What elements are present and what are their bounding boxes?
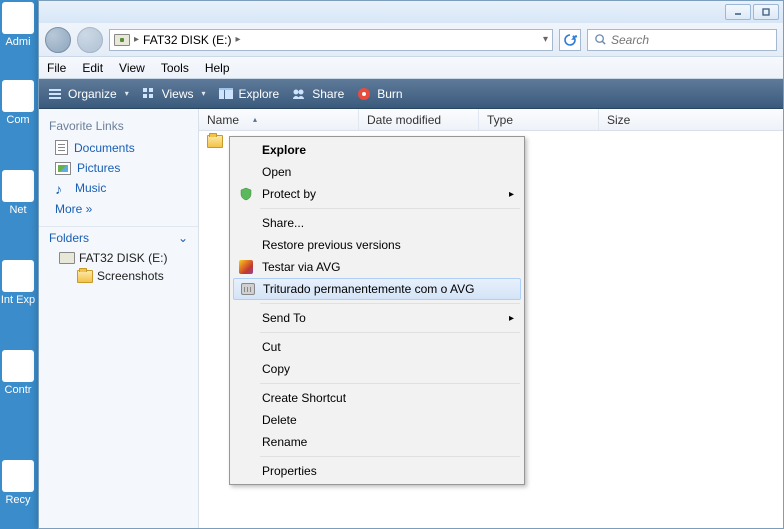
pictures-icon (55, 162, 71, 175)
chevron-down-icon: ⌄ (178, 231, 188, 245)
sidebar-link-documents[interactable]: Documents (39, 137, 198, 158)
cm-restore[interactable]: Restore previous versions (232, 234, 522, 256)
cm-delete[interactable]: Delete (232, 409, 522, 431)
breadcrumb-segment[interactable]: FAT32 DISK (E:) (143, 33, 231, 47)
desktop-icon[interactable]: Recy (0, 460, 36, 506)
sidebar-link-music[interactable]: Music (39, 178, 198, 198)
share-button[interactable]: Share (291, 86, 344, 102)
cm-separator (260, 303, 520, 304)
cm-send-to[interactable]: Send To (232, 307, 522, 329)
drive-icon (59, 252, 75, 264)
burn-icon (356, 86, 372, 102)
cm-separator (260, 383, 520, 384)
tree-item-screenshots[interactable]: Screenshots (39, 267, 198, 285)
search-icon (594, 33, 607, 46)
avg-icon (238, 259, 254, 275)
cm-separator (260, 332, 520, 333)
sidebar-more[interactable]: More (39, 198, 198, 220)
menu-help[interactable]: Help (205, 61, 230, 75)
share-icon (291, 86, 307, 102)
column-headers: Name Date modified Type Size (199, 109, 783, 131)
cm-testar-avg[interactable]: Testar via AVG (232, 256, 522, 278)
cm-triturado-avg[interactable]: Triturado permanentemente com o AVG (233, 278, 521, 300)
cm-create-shortcut[interactable]: Create Shortcut (232, 387, 522, 409)
column-date[interactable]: Date modified (359, 109, 479, 130)
maximize-button[interactable] (753, 4, 779, 20)
cm-separator (260, 208, 520, 209)
chevron-right-icon: ▸ (236, 34, 241, 45)
desktop-icon[interactable]: Contr (0, 350, 36, 396)
titlebar (39, 1, 783, 23)
menubar: File Edit View Tools Help (39, 57, 783, 79)
sidebar: Favorite Links Documents Pictures Music … (39, 109, 199, 528)
toolbar: Organize Views Explore Share Burn (39, 79, 783, 109)
cm-protect-by[interactable]: Protect by (232, 183, 522, 205)
desktop-icon[interactable]: Net (0, 170, 36, 216)
cm-share[interactable]: Share... (232, 212, 522, 234)
context-menu: Explore Open Protect by Share... Restore… (229, 136, 525, 485)
search-input[interactable] (611, 33, 770, 47)
organize-button[interactable]: Organize (47, 86, 129, 102)
organize-icon (47, 86, 63, 102)
tree-item-drive[interactable]: FAT32 DISK (E:) (39, 249, 198, 267)
navbar: ▸ FAT32 DISK (E:) ▸ ▾ (39, 23, 783, 57)
cm-explore[interactable]: Explore (232, 139, 522, 161)
desktop-icon[interactable]: Com (0, 80, 36, 126)
menu-tools[interactable]: Tools (161, 61, 189, 75)
cm-separator (260, 456, 520, 457)
refresh-button[interactable] (559, 29, 581, 51)
favorite-links-header: Favorite Links (39, 115, 198, 137)
cm-open[interactable]: Open (232, 161, 522, 183)
burn-button[interactable]: Burn (356, 86, 402, 102)
back-button[interactable] (45, 27, 71, 53)
forward-button[interactable] (77, 27, 103, 53)
views-button[interactable]: Views (141, 86, 206, 102)
sidebar-link-pictures[interactable]: Pictures (39, 158, 198, 178)
column-size[interactable]: Size (599, 109, 783, 130)
desktop-icon[interactable]: Int Exp (0, 260, 36, 306)
search-box[interactable] (587, 29, 777, 51)
cm-rename[interactable]: Rename (232, 431, 522, 453)
music-icon (55, 181, 69, 195)
column-type[interactable]: Type (479, 109, 599, 130)
menu-view[interactable]: View (119, 61, 145, 75)
folders-header[interactable]: Folders ⌄ (39, 226, 198, 249)
desktop-icon[interactable]: Admi (0, 2, 36, 48)
document-icon (55, 140, 68, 155)
address-dropdown-icon[interactable]: ▾ (543, 34, 548, 45)
folder-icon (207, 135, 223, 148)
explore-button[interactable]: Explore (218, 86, 280, 102)
cm-copy[interactable]: Copy (232, 358, 522, 380)
menu-edit[interactable]: Edit (82, 61, 103, 75)
minimize-button[interactable] (725, 4, 751, 20)
column-name[interactable]: Name (199, 109, 359, 130)
shield-icon (238, 186, 254, 202)
cm-properties[interactable]: Properties (232, 460, 522, 482)
drive-icon (114, 34, 130, 46)
shredder-icon (240, 281, 256, 297)
views-icon (141, 86, 157, 102)
address-bar[interactable]: ▸ FAT32 DISK (E:) ▸ ▾ (109, 29, 553, 51)
chevron-right-icon: ▸ (134, 34, 139, 45)
menu-file[interactable]: File (47, 61, 66, 75)
cm-cut[interactable]: Cut (232, 336, 522, 358)
folder-icon (77, 270, 93, 283)
explore-icon (218, 86, 234, 102)
